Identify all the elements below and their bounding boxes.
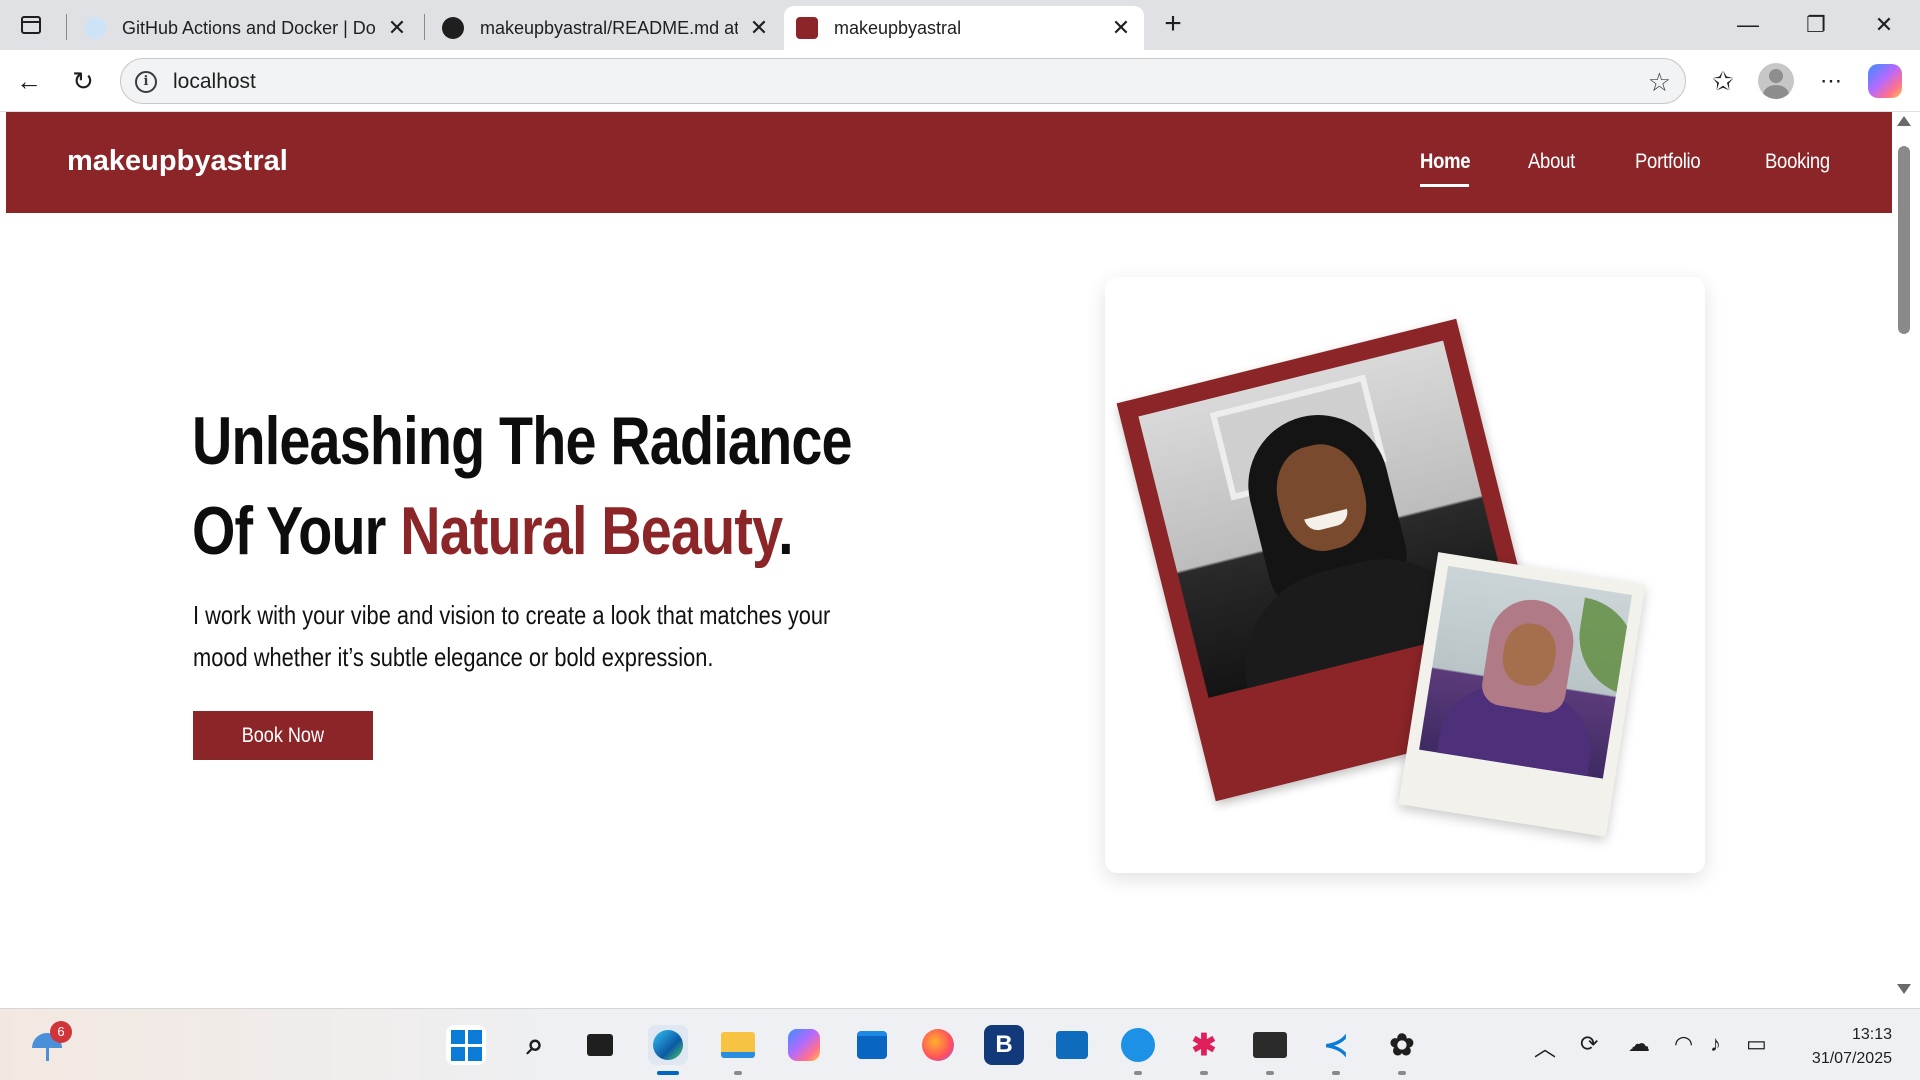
store-icon[interactable]	[852, 1025, 892, 1065]
close-window-icon[interactable]: ✕	[1854, 0, 1914, 50]
polaroid-photo-white	[1398, 552, 1646, 837]
onedrive-icon[interactable]: ☁	[1628, 1031, 1650, 1057]
close-tab-icon[interactable]: ✕	[1110, 15, 1132, 41]
tab-actions-icon[interactable]	[16, 10, 46, 40]
favorites-icon[interactable]: ✩	[1704, 62, 1742, 100]
running-indicator	[1332, 1071, 1340, 1075]
running-indicator	[1266, 1071, 1274, 1075]
site-header: makeupbyastral Home About Portfolio Book…	[6, 112, 1892, 213]
system-clock[interactable]: 13:13 31/07/2025	[1812, 1023, 1892, 1071]
outlook-icon[interactable]	[1052, 1025, 1092, 1065]
running-indicator	[734, 1071, 742, 1075]
task-view-icon[interactable]	[580, 1025, 620, 1065]
nav-portfolio[interactable]: Portfolio	[1635, 150, 1701, 174]
b-app-icon[interactable]: B	[984, 1025, 1024, 1065]
tab-title: makeupbyastral/README.md at m	[480, 17, 738, 38]
nav-home[interactable]: Home	[1420, 150, 1471, 174]
tab-title: GitHub Actions and Docker | Dock	[122, 17, 376, 38]
hero-title-line2-prefix: Of Your	[192, 493, 401, 569]
tab-readme[interactable]: makeupbyastral/README.md at m ✕	[430, 6, 782, 50]
file-explorer-icon[interactable]	[718, 1025, 758, 1065]
clock-time: 13:13	[1851, 1026, 1892, 1043]
site-info-icon[interactable]: i	[135, 71, 157, 93]
active-app-indicator	[657, 1071, 679, 1075]
edge-icon[interactable]	[648, 1025, 688, 1065]
close-tab-icon[interactable]: ✕	[386, 15, 408, 41]
minimize-icon[interactable]: —	[1718, 0, 1778, 50]
new-tab-button[interactable]: +	[1156, 8, 1190, 42]
scroll-down-arrow-icon[interactable]	[1897, 984, 1911, 994]
address-bar[interactable]: i localhost ☆	[120, 58, 1686, 104]
hero-title-line1: Unleashing The Radiance	[192, 403, 853, 479]
vscode-icon[interactable]: ≺	[1316, 1025, 1356, 1065]
book-now-label: Book Now	[241, 723, 325, 747]
wifi-icon[interactable]: ◠	[1674, 1031, 1693, 1057]
hero-title-suffix: .	[778, 493, 793, 569]
running-indicator	[1134, 1071, 1142, 1075]
browser-toolbar: ← ↻ i localhost ☆ ✩ ⋯	[0, 50, 1920, 112]
profile-avatar[interactable]	[1758, 63, 1794, 99]
hero-subtitle: I work with your vibe and vision to crea…	[193, 600, 831, 672]
tab-separator	[66, 14, 67, 40]
battery-icon[interactable]: ▭	[1746, 1031, 1767, 1057]
url-text[interactable]: localhost	[173, 70, 256, 94]
running-indicator	[1200, 1071, 1208, 1075]
docker-icon[interactable]	[1118, 1025, 1158, 1065]
volume-icon[interactable]: ♪	[1710, 1031, 1721, 1057]
github-favicon-icon	[442, 17, 464, 39]
site-logo[interactable]: makeupbyastral	[67, 145, 288, 178]
refresh-button-icon[interactable]: ↻	[64, 62, 102, 100]
more-menu-icon[interactable]: ⋯	[1812, 62, 1850, 100]
show-hidden-icons-icon[interactable]: ︿	[1534, 1031, 1556, 1063]
restore-icon[interactable]: ❐	[1786, 0, 1846, 50]
portrait-photo-small	[1419, 565, 1632, 779]
clock-date: 31/07/2025	[1811, 1050, 1892, 1067]
docker-favicon-icon	[84, 17, 106, 39]
terminal-icon[interactable]	[1250, 1025, 1290, 1065]
close-tab-icon[interactable]: ✕	[748, 15, 770, 41]
weather-widget[interactable]: 6	[30, 1021, 72, 1063]
page-scrollbar[interactable]	[1892, 112, 1920, 1000]
slack-icon[interactable]: ✱	[1184, 1025, 1224, 1065]
scroll-up-arrow-icon[interactable]	[1897, 116, 1911, 126]
hero-photo-card	[1105, 277, 1705, 873]
nav-active-underline	[1420, 184, 1469, 187]
running-indicator	[1398, 1071, 1406, 1075]
tab-title: makeupbyastral	[834, 17, 962, 38]
firefox-icon[interactable]	[918, 1025, 958, 1065]
sync-icon[interactable]: ⟳	[1580, 1031, 1598, 1057]
book-now-button[interactable]: Book Now	[193, 711, 373, 760]
tab-makeupbyastral[interactable]: makeupbyastral ✕	[784, 6, 1144, 50]
copilot-icon[interactable]	[1868, 64, 1902, 98]
tab-separator	[424, 14, 425, 40]
tab-github-actions-docker[interactable]: GitHub Actions and Docker | Dock ✕	[72, 6, 420, 50]
windows-taskbar: 6 ⌕ B ✱ ≺ ✿ ︿ ⟳ ☁ ◠ ♪ ▭ 13:13 31/07/2025	[0, 1008, 1920, 1080]
notification-badge: 6	[50, 1021, 72, 1043]
nav-booking[interactable]: Booking	[1765, 150, 1830, 174]
browser-tab-bar: GitHub Actions and Docker | Dock ✕ makeu…	[0, 0, 1920, 50]
hero-title: Unleashing The Radiance Of Your Natural …	[192, 396, 853, 576]
favorite-star-icon[interactable]: ☆	[1648, 67, 1671, 98]
chatgpt-icon[interactable]: ✿	[1382, 1025, 1422, 1065]
search-icon[interactable]: ⌕	[515, 1025, 555, 1065]
site-favicon-icon	[796, 17, 818, 39]
scrollbar-thumb[interactable]	[1898, 146, 1910, 334]
nav-about[interactable]: About	[1528, 150, 1575, 174]
hero-title-accent: Natural Beauty	[400, 493, 779, 569]
page-viewport: makeupbyastral Home About Portfolio Book…	[6, 112, 1892, 1000]
copilot-taskbar-icon[interactable]	[784, 1025, 824, 1065]
start-icon[interactable]	[446, 1025, 486, 1065]
back-button-icon[interactable]: ←	[10, 62, 48, 100]
